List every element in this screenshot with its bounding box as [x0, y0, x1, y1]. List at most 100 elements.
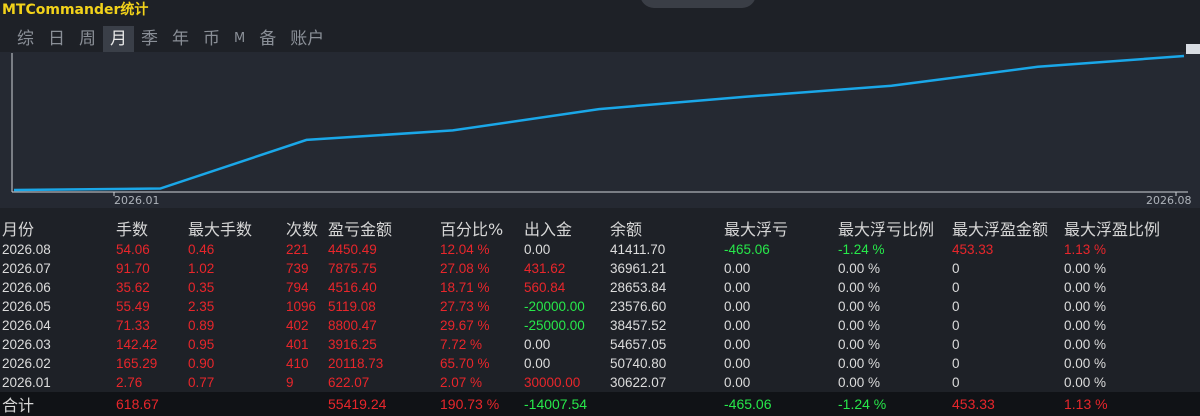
- table-cell: -465.06: [724, 242, 770, 257]
- total-cell: 190.73 %: [438, 392, 522, 416]
- column-header[interactable]: 最大浮盈比例: [1062, 216, 1200, 240]
- table-row[interactable]: 2026.02 165.29 0.90 410 20118.73 65.70 % 0.00 5…: [0, 354, 1200, 373]
- tab-7[interactable]: M: [227, 26, 252, 52]
- x-tick-label-start: 2026.01: [114, 194, 160, 207]
- table-cell: 0.95: [188, 337, 215, 352]
- column-header[interactable]: 次数: [284, 216, 326, 240]
- table-cell: 0.89: [188, 318, 215, 333]
- tab-1[interactable]: 日: [41, 26, 72, 52]
- table-row[interactable]: 2026.04 71.33 0.89 402 8800.47 29.67 % -25000.…: [0, 316, 1200, 335]
- table-cell: -20000.00: [524, 299, 585, 314]
- column-header[interactable]: 月份: [0, 216, 114, 240]
- table-cell: 794: [286, 280, 309, 295]
- table-cell: 9: [286, 375, 294, 390]
- tab-0[interactable]: 综: [10, 26, 41, 52]
- table-cell: 23576.60: [610, 299, 667, 314]
- tab-5[interactable]: 年: [165, 26, 196, 52]
- table-cell: 4516.40: [328, 280, 377, 295]
- table-cell: 0: [952, 280, 960, 295]
- table-cell: 0.00 %: [838, 299, 881, 314]
- total-cell: [186, 392, 284, 416]
- app-title: MTCommander统计: [2, 2, 149, 18]
- table-cell: 35.62: [116, 280, 150, 295]
- table-cell: 0.00: [724, 318, 751, 333]
- column-header[interactable]: 最大浮盈金额: [950, 216, 1062, 240]
- table-cell: 0.00: [724, 280, 751, 295]
- table-cell: 739: [286, 261, 309, 276]
- tab-8[interactable]: 备: [252, 26, 283, 52]
- table-cell: 0.00 %: [1064, 299, 1107, 314]
- table-cell: 402: [286, 318, 309, 333]
- table-cell: 2.35: [188, 299, 215, 314]
- table-cell: 0.00 %: [838, 375, 881, 390]
- table-header-row: 月份 手数 最大手数 次数 盈亏金额 百分比% 出入金 余额 最大浮亏 最大浮亏比例 最大浮盈金额最…: [0, 216, 1200, 240]
- column-header[interactable]: 出入金: [522, 216, 608, 240]
- table-cell: 0.00 %: [1064, 356, 1107, 371]
- equity-series-line: [13, 54, 1185, 192]
- table-cell: 0.00 %: [1064, 261, 1107, 276]
- table-row[interactable]: 2026.07 91.70 1.02 739 7875.75 27.08 % 431.62 3…: [0, 259, 1200, 278]
- table-cell: 12.04 %: [440, 242, 490, 257]
- table-cell: 0.00: [524, 356, 551, 371]
- table-cell: 0.00: [524, 337, 551, 352]
- table-cell: 2026.05: [2, 299, 51, 314]
- table-cell: 54.06: [116, 242, 150, 257]
- table-cell: 0.35: [188, 280, 215, 295]
- window-notch: [640, 0, 756, 8]
- table-cell: 0.00 %: [838, 280, 881, 295]
- table-cell: 0.00 %: [1064, 318, 1107, 333]
- table-cell: 2026.07: [2, 261, 51, 276]
- tab-4[interactable]: 季: [134, 26, 165, 52]
- table-cell: 27.08 %: [440, 261, 490, 276]
- table-cell: 55.49: [116, 299, 150, 314]
- column-header[interactable]: 百分比%: [438, 216, 522, 240]
- total-cell: -14007.54: [522, 392, 608, 416]
- table-cell: 1096: [286, 299, 317, 314]
- table-cell: 2026.04: [2, 318, 51, 333]
- chart-scroll-handle[interactable]: [1186, 44, 1200, 54]
- column-header[interactable]: 最大浮亏比例: [836, 216, 950, 240]
- table-cell: 91.70: [116, 261, 150, 276]
- tab-6[interactable]: 币: [196, 26, 227, 52]
- equity-chart: [0, 52, 1200, 208]
- total-cell: -1.24 %: [836, 392, 950, 416]
- table-cell: 30622.07: [610, 375, 667, 390]
- tab-9[interactable]: 账户: [283, 26, 331, 52]
- table-cell: 28653.84: [610, 280, 667, 295]
- table-cell: 18.71 %: [440, 280, 490, 295]
- table-cell: 8800.47: [328, 318, 377, 333]
- column-header[interactable]: 最大浮亏: [722, 216, 836, 240]
- table-cell: 1.02: [188, 261, 215, 276]
- table-cell: 41411.70: [610, 242, 666, 257]
- table-cell: 7875.75: [328, 261, 377, 276]
- table-cell: 2.07 %: [440, 375, 483, 390]
- total-cell: 453.33: [950, 392, 1062, 416]
- tab-3[interactable]: 月: [103, 26, 134, 52]
- table-cell: 165.29: [116, 356, 158, 371]
- table-cell: 2026.01: [2, 375, 51, 390]
- total-cell: [284, 392, 326, 416]
- table-cell: 38457.52: [610, 318, 667, 333]
- table-cell: 0: [952, 299, 960, 314]
- table-cell: 0.00: [724, 337, 751, 352]
- table-row[interactable]: 2026.01 2.76 0.77 9 622.07 2.07 % 30000.00 3062…: [0, 373, 1200, 392]
- total-cell: 618.67: [114, 392, 186, 416]
- table-row[interactable]: 2026.06 35.62 0.35 794 4516.40 18.71 % 560.84 2…: [0, 278, 1200, 297]
- table-row[interactable]: 2026.03 142.42 0.95 401 3916.25 7.72 % 0.00 546…: [0, 335, 1200, 354]
- table-cell: 71.33: [116, 318, 150, 333]
- column-header[interactable]: 余额: [608, 216, 722, 240]
- column-header[interactable]: 盈亏金额: [326, 216, 438, 240]
- table-row[interactable]: 2026.05 55.49 2.35 1096 5119.08 27.73 % -20000…: [0, 297, 1200, 316]
- table-cell: 0.00: [724, 299, 751, 314]
- column-header[interactable]: 最大手数: [186, 216, 284, 240]
- tab-2[interactable]: 周: [72, 26, 103, 52]
- table-cell: 0.00 %: [1064, 280, 1107, 295]
- table-row[interactable]: 2026.08 54.06 0.46 221 4450.49 12.04 % 0.00 414…: [0, 240, 1200, 259]
- table-cell: 0.00 %: [838, 261, 881, 276]
- table-cell: 560.84: [524, 280, 566, 295]
- table-cell: 4450.49: [328, 242, 377, 257]
- table-cell: 0.46: [188, 242, 215, 257]
- column-header[interactable]: 手数: [114, 216, 186, 240]
- table-cell: 221: [286, 242, 309, 257]
- table-cell: 0.00: [724, 375, 751, 390]
